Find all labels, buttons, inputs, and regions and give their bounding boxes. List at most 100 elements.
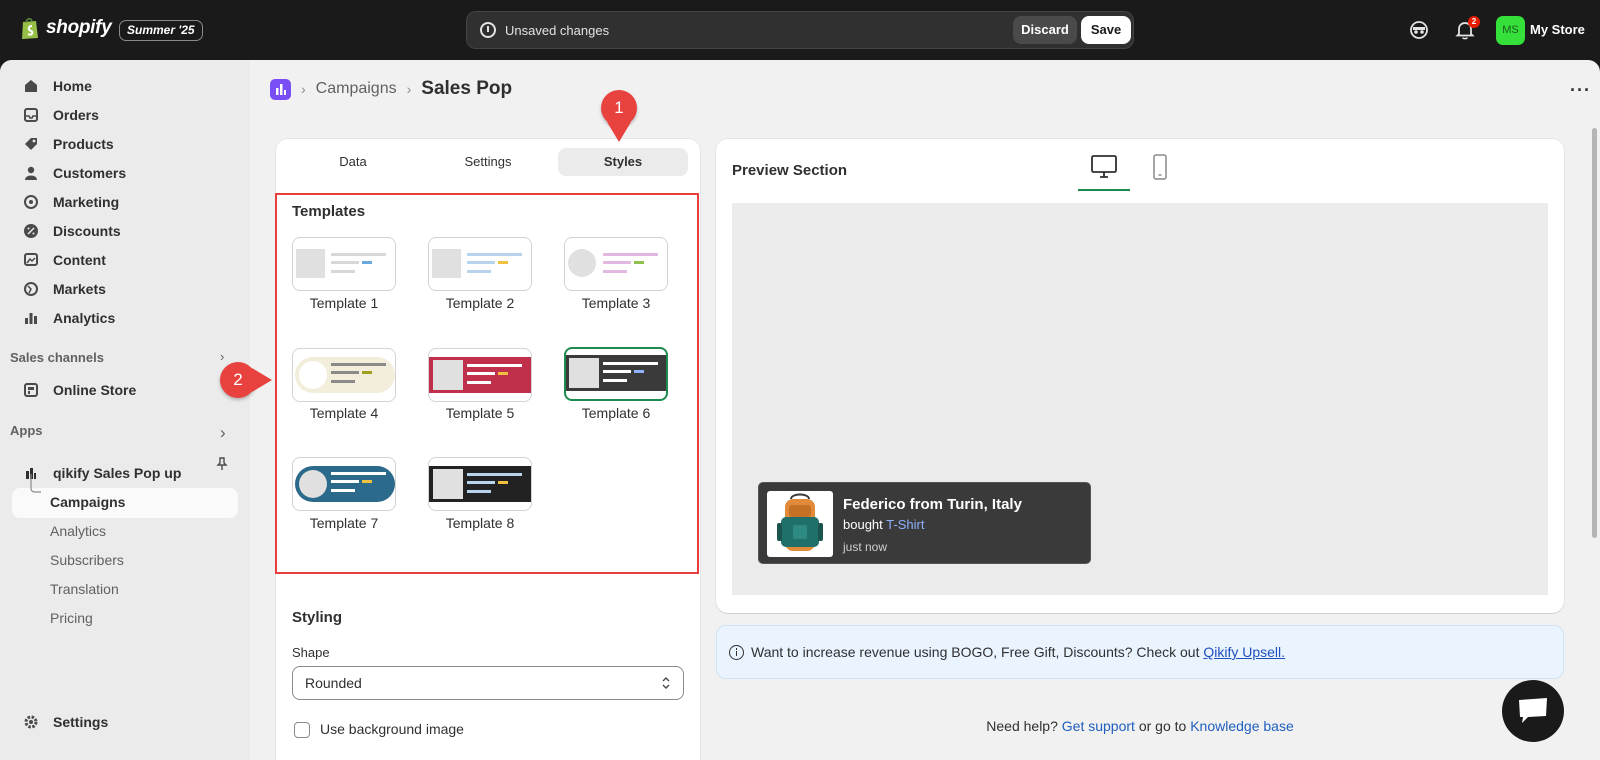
alert-icon xyxy=(480,22,496,38)
home-icon xyxy=(25,79,37,92)
tab-styles[interactable]: Styles xyxy=(558,148,688,176)
chevron-right-icon: › xyxy=(301,81,306,97)
bg-image-checkbox[interactable] xyxy=(294,722,310,738)
sidebar-item-label: Products xyxy=(53,135,114,152)
apps-heading[interactable]: Apps xyxy=(10,423,43,438)
callout-1: 1 xyxy=(601,90,637,126)
sidebar-item-label: Home xyxy=(53,77,92,94)
sidebar-item-label: Settings xyxy=(53,713,109,730)
sidebar-item-analytics[interactable]: Analytics xyxy=(12,303,238,332)
mobile-icon xyxy=(1153,154,1167,180)
sidebar-item-label: Orders xyxy=(53,106,99,123)
banner-message: Want to increase revenue using BOGO, Fre… xyxy=(751,644,1200,660)
sidebar-item-label: Content xyxy=(53,251,106,268)
tab-settings[interactable]: Settings xyxy=(423,148,553,176)
banner-text: Want to increase revenue using BOGO, Fre… xyxy=(751,644,1285,660)
sidebar-item-customers[interactable]: Customers xyxy=(12,158,238,187)
top-bar: shopify Summer '25 Unsaved changes Disca… xyxy=(0,0,1600,60)
help-footer: Need help? Get support or go to Knowledg… xyxy=(716,718,1564,734)
sidebar-subitem-analytics[interactable]: Analytics xyxy=(50,523,106,539)
unsaved-text: Unsaved changes xyxy=(505,23,610,38)
breadcrumb-campaigns[interactable]: Campaigns xyxy=(316,80,397,98)
template-6-thumb[interactable] xyxy=(564,347,668,401)
shape-select-value: Rounded xyxy=(305,675,362,691)
scrollbar-thumb[interactable] xyxy=(1592,128,1597,538)
unsaved-changes-bar: Unsaved changes Discard Save xyxy=(466,11,1134,49)
sidebar-item-orders[interactable]: Orders xyxy=(12,100,238,129)
notification-badge: 2 xyxy=(1468,16,1480,28)
sidebar-subitem-pricing[interactable]: Pricing xyxy=(50,610,93,626)
template-2-label[interactable]: Template 2 xyxy=(415,295,545,311)
breadcrumb: › Campaigns › Sales Pop xyxy=(270,78,512,100)
get-support-link[interactable]: Get support xyxy=(1062,718,1135,734)
shape-select[interactable]: Rounded xyxy=(292,666,684,700)
avatar[interactable]: MS xyxy=(1496,16,1525,45)
sidebar-item-online-store[interactable]: Online Store xyxy=(12,375,238,404)
sidebar-item-app[interactable]: qikify Sales Pop up xyxy=(12,458,238,487)
backpack-image xyxy=(767,491,833,557)
bg-image-label[interactable]: Use background image xyxy=(320,721,464,737)
popup-bought-prefix: bought xyxy=(843,517,883,532)
notifications-button[interactable]: 2 xyxy=(1454,16,1480,41)
globe-icon xyxy=(24,281,38,296)
template-4-label[interactable]: Template 4 xyxy=(279,405,409,421)
template-5-thumb[interactable] xyxy=(428,348,532,402)
sidebar-subitem-subscribers[interactable]: Subscribers xyxy=(50,552,124,568)
knowledge-base-link[interactable]: Knowledge base xyxy=(1190,718,1294,734)
page-title: Sales Pop xyxy=(421,78,513,99)
template-8-thumb[interactable] xyxy=(428,457,532,511)
sidebar-item-products[interactable]: Products xyxy=(12,129,238,158)
desktop-view-tab[interactable] xyxy=(1078,151,1130,191)
settings-card: Data Settings Styles Templates Template … xyxy=(275,139,700,760)
save-button[interactable]: Save xyxy=(1081,16,1131,44)
page-scrollbar[interactable] xyxy=(1590,118,1600,758)
sidebar-item-home[interactable]: Home xyxy=(12,71,238,100)
spy-icon[interactable] xyxy=(1408,19,1430,41)
qikify-upsell-link[interactable]: Qikify Upsell. xyxy=(1203,644,1285,660)
more-actions-icon[interactable]: ··· xyxy=(1570,80,1591,101)
sidebar-item-settings[interactable]: Settings xyxy=(12,707,238,736)
info-icon xyxy=(729,645,744,660)
sidebar-item-markets[interactable]: Markets xyxy=(12,274,238,303)
mobile-view-tab[interactable] xyxy=(1134,151,1186,191)
tab-bar: Data Settings Styles xyxy=(288,148,688,176)
tab-data[interactable]: Data xyxy=(288,148,418,176)
desktop-icon xyxy=(1091,155,1117,178)
store-name[interactable]: My Store xyxy=(1530,22,1585,37)
person-icon xyxy=(25,166,37,180)
sales-channels-heading[interactable]: Sales channels xyxy=(10,350,104,365)
template-4-thumb[interactable] xyxy=(292,348,396,402)
pin-icon[interactable] xyxy=(214,456,230,472)
discard-button[interactable]: Discard xyxy=(1013,16,1077,44)
sidebar-item-discounts[interactable]: Discounts xyxy=(12,216,238,245)
sales-popup-preview[interactable]: Federico from Turin, Italy bought T-Shir… xyxy=(758,482,1091,564)
template-8-label[interactable]: Template 8 xyxy=(415,515,545,531)
discount-icon xyxy=(24,223,38,238)
sidebar-item-label: qikify Sales Pop up xyxy=(53,464,182,481)
template-7-thumb[interactable] xyxy=(292,457,396,511)
sidebar-subitem-translation[interactable]: Translation xyxy=(50,581,119,597)
sidebar-item-content[interactable]: Content xyxy=(12,245,238,274)
shape-label: Shape xyxy=(292,645,330,660)
bar-chart-icon xyxy=(25,312,37,324)
template-1-thumb[interactable] xyxy=(292,237,396,291)
sidebar-subitem-campaigns[interactable]: Campaigns xyxy=(50,494,125,510)
chevron-right-icon[interactable]: › xyxy=(220,423,226,443)
template-5-label[interactable]: Template 5 xyxy=(415,405,545,421)
template-1-label[interactable]: Template 1 xyxy=(279,295,409,311)
chat-button[interactable] xyxy=(1502,680,1564,742)
template-2-thumb[interactable] xyxy=(428,237,532,291)
template-7-label[interactable]: Template 7 xyxy=(279,515,409,531)
shopify-logo[interactable]: shopify xyxy=(20,16,112,40)
popup-product-link[interactable]: T-Shirt xyxy=(886,517,924,532)
template-3-label[interactable]: Template 3 xyxy=(551,295,681,311)
templates-section: Templates Template 1 Template 2 Template… xyxy=(275,193,699,574)
template-3-thumb[interactable] xyxy=(564,237,668,291)
help-middle: or go to xyxy=(1138,718,1187,734)
templates-heading: Templates xyxy=(292,203,366,220)
sidebar-item-label: Analytics xyxy=(53,309,116,326)
sidebar-item-marketing[interactable]: Marketing xyxy=(12,187,238,216)
popup-bought-line: bought T-Shirt xyxy=(843,517,924,532)
chevron-right-icon[interactable]: › xyxy=(220,349,224,364)
template-6-label[interactable]: Template 6 xyxy=(551,405,681,421)
